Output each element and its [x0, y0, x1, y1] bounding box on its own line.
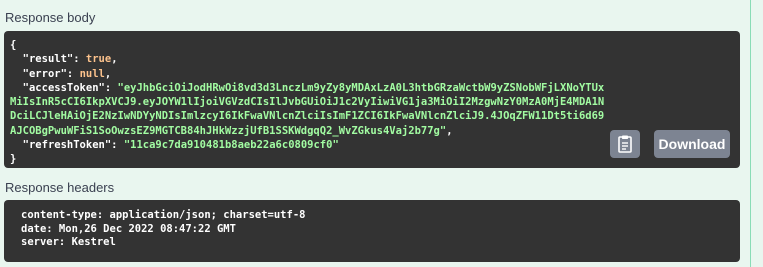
header-line-content-type: content-type: application/json; charset=…: [21, 209, 306, 221]
json-close-brace: }: [10, 153, 17, 166]
json-key-error: "error": [22, 67, 67, 80]
json-key-access-token: "accessToken": [22, 81, 105, 94]
download-button[interactable]: Download: [654, 130, 730, 158]
response-headers-code-block[interactable]: content-type: application/json; charset=…: [4, 200, 740, 262]
json-value-refresh-token: "11ca9c7da910481b8aeb22a6c0809cf0": [123, 139, 339, 152]
response-headers-title: Response headers: [5, 180, 115, 195]
json-value-result: true: [85, 53, 112, 66]
json-value-error: null: [79, 67, 105, 80]
json-open-brace: {: [10, 39, 17, 51]
copy-to-clipboard-button[interactable]: [610, 130, 640, 158]
json-key-result: "result": [22, 53, 74, 66]
header-line-server: server: Kestrel: [21, 236, 116, 248]
clipboard-icon: [618, 135, 632, 153]
header-line-date: date: Mon,26 Dec 2022 08:47:22 GMT: [21, 222, 236, 235]
response-body-json: { "result": true, "error": null, "access…: [10, 39, 605, 166]
json-key-refresh-token: "refreshToken": [22, 139, 112, 152]
right-border-rule: [750, 0, 751, 267]
response-body-title: Response body: [5, 10, 96, 25]
